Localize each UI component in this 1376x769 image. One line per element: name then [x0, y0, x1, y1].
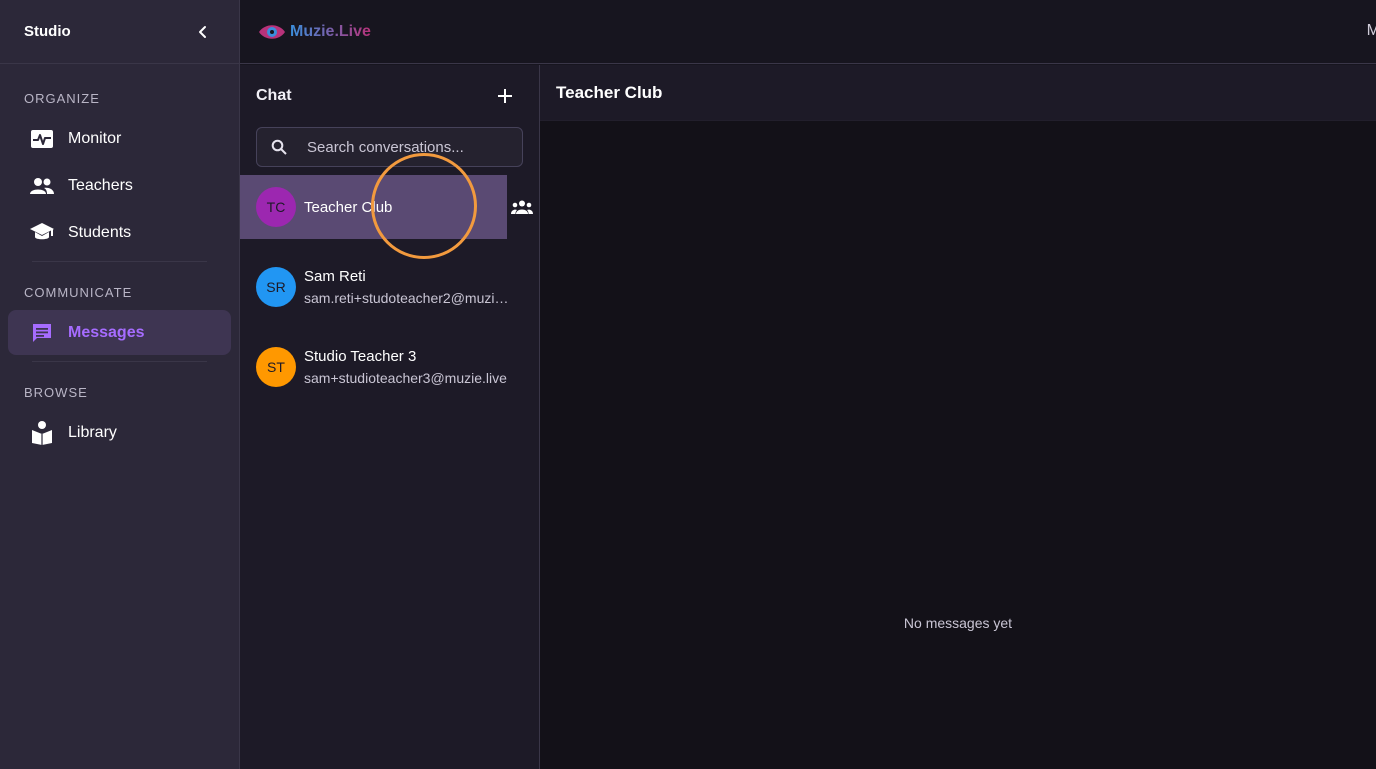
topbar: Muzie.Live M	[240, 0, 1376, 64]
conversation-name: Studio Teacher 3	[304, 348, 417, 365]
monitor-heart-icon	[30, 127, 54, 151]
sidebar-item-library[interactable]: Library	[8, 410, 231, 455]
message-icon	[30, 321, 54, 345]
logo-text: Muzie.Live	[290, 22, 371, 40]
section-label-organize: ORGANIZE	[24, 91, 100, 106]
empty-state-text: No messages yet	[903, 615, 1013, 631]
chevron-left-icon	[199, 25, 206, 38]
section-label-communicate: COMMUNICATE	[24, 285, 133, 300]
sidebar-item-label: Library	[68, 423, 117, 441]
chat-header: Chat	[240, 65, 539, 127]
group-icon	[510, 197, 534, 217]
section-label-browse: BROWSE	[24, 385, 88, 400]
sidebar-divider	[32, 361, 207, 362]
sidebar-divider	[32, 261, 207, 262]
sidebar-item-label: Students	[68, 223, 132, 241]
conversation-name: Teacher Club	[304, 198, 393, 216]
conversation-item[interactable]: TC Teacher Club	[240, 175, 533, 239]
new-chat-button[interactable]	[493, 84, 517, 108]
conversation-header: Teacher Club	[540, 65, 1376, 121]
collapse-sidebar-button[interactable]	[191, 20, 215, 44]
conversation-title: Teacher Club	[556, 82, 663, 102]
sidebar-header: Studio	[0, 0, 239, 64]
search-icon	[271, 139, 287, 155]
sidebar-item-students[interactable]: Students	[8, 210, 231, 255]
conversation-text: Sam Reti sam.reti+studoteacher2@muzie.li…	[304, 268, 516, 306]
people-icon	[30, 174, 54, 198]
conversation-email: sam.reti+studoteacher2@muzie.live	[304, 290, 516, 306]
search-input[interactable]	[307, 138, 507, 156]
chat-title: Chat	[256, 87, 292, 104]
sidebar-item-messages[interactable]: Messages	[8, 310, 231, 355]
sidebar-item-label: Teachers	[68, 176, 133, 194]
conversation-email: sam+studioteacher3@muzie.live	[304, 370, 507, 386]
sidebar: Studio ORGANIZE Monitor Teachers Student…	[0, 0, 240, 769]
plus-icon	[498, 89, 512, 103]
conversation-item[interactable]: ST Studio Teacher 3 sam+studioteacher3@m…	[240, 335, 539, 399]
conversation-name: Sam Reti	[304, 268, 366, 285]
sidebar-item-label: Monitor	[68, 129, 122, 147]
conversation-panel: Teacher Club No messages yet	[540, 65, 1376, 769]
logo[interactable]: Muzie.Live	[258, 23, 371, 41]
avatar: TC	[256, 187, 296, 227]
sidebar-title: Studio	[24, 23, 71, 40]
eye-logo-icon	[259, 24, 285, 39]
conversation-text: Studio Teacher 3 sam+studioteacher3@muzi…	[304, 348, 516, 386]
sidebar-item-teachers[interactable]: Teachers	[8, 163, 231, 208]
sidebar-item-monitor[interactable]: Monitor	[8, 116, 231, 161]
conversation-text: Teacher Club	[304, 199, 392, 216]
search-box[interactable]	[256, 127, 523, 167]
graduation-cap-icon	[30, 221, 54, 245]
topbar-right-text[interactable]: M	[1367, 22, 1376, 40]
book-reader-icon	[30, 420, 54, 445]
avatar: ST	[256, 347, 296, 387]
sidebar-item-label: Messages	[68, 323, 145, 341]
conversation-item[interactable]: SR Sam Reti sam.reti+studoteacher2@muzie…	[240, 255, 539, 319]
chat-list-panel: Chat TC Teacher Club SR Sam Reti sam.ret…	[240, 65, 540, 769]
avatar: SR	[256, 267, 296, 307]
